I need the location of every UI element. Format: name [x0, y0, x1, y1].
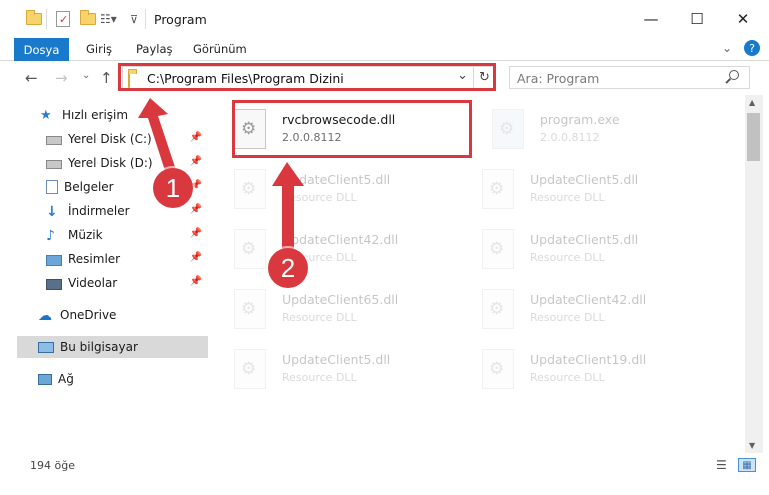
annotation-arrows	[138, 98, 304, 250]
arrow-2	[272, 162, 304, 250]
step-badge-1: 1	[153, 168, 193, 208]
step-badge-2: 2	[268, 248, 308, 288]
